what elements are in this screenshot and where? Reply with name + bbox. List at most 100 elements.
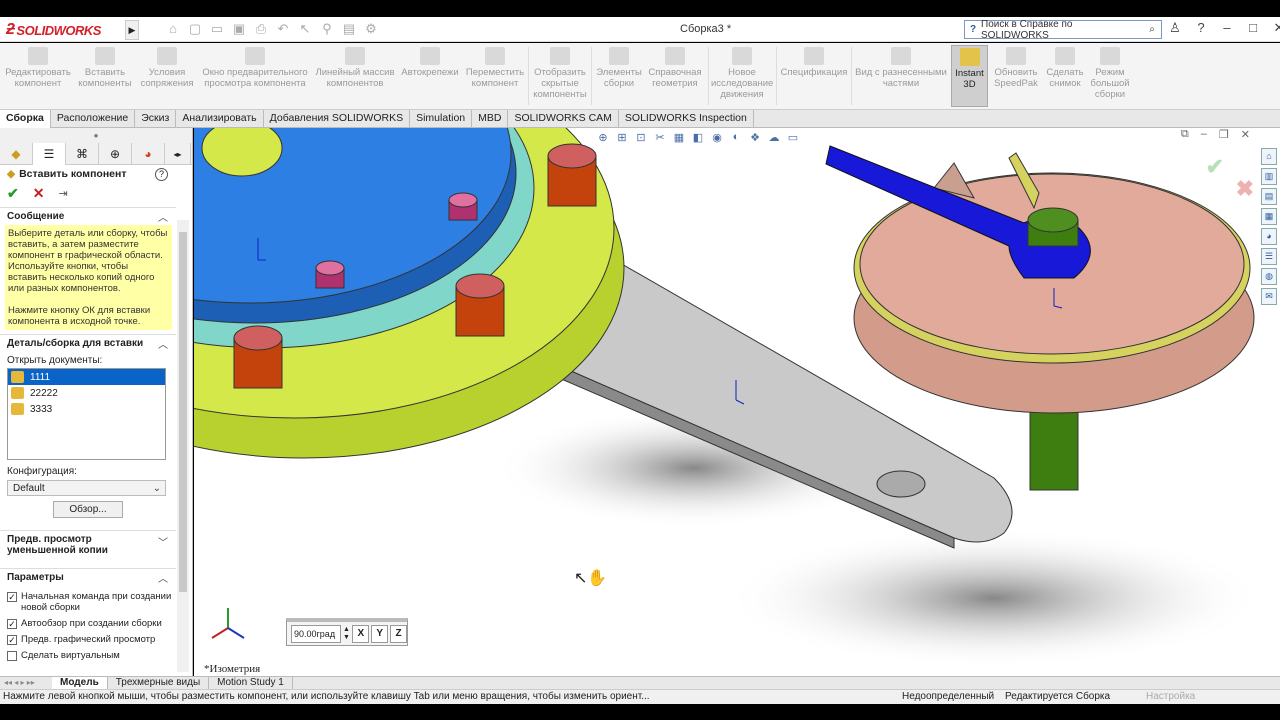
insert-components-button[interactable]: Вставить компоненты [76,45,134,107]
maximize-icon[interactable]: □ [1246,20,1260,36]
rotate-y-button[interactable]: Y [371,624,389,643]
custom-properties-icon[interactable]: ☰ [1261,248,1277,265]
assembly-model-graphic[interactable] [194,128,1280,676]
take-snapshot-button[interactable]: Сделать снимок [1044,45,1086,107]
hide-show-items-icon[interactable]: ◐ [729,131,743,145]
tab-layout[interactable]: Расположение [51,110,136,128]
section-view-icon[interactable]: ✂ [653,131,667,145]
panel-drag-handle[interactable]: ● [0,128,192,143]
dimxpert-tab-icon[interactable]: ⊕ [99,143,132,165]
view-settings-icon[interactable]: ▭ [786,131,800,145]
tab-assembly[interactable]: Сборка [0,110,51,128]
select-arrow-icon[interactable]: ↖ [297,21,313,37]
rotate-z-button[interactable]: Z [390,624,407,643]
tab-sketch[interactable]: Эскиз [135,110,177,128]
tab-cam[interactable]: SOLIDWORKS CAM [508,110,619,128]
assembly-features-button[interactable]: Элементы сборки [594,45,644,107]
apply-scene-icon[interactable]: ☁ [767,131,781,145]
open-folder-icon[interactable]: ▭ [209,21,225,37]
rebuild-icon[interactable]: ⚲ [319,21,335,37]
open-documents-list[interactable]: 1111 22222 3333 [7,368,166,460]
solidworks-forum-icon[interactable]: ◍ [1261,268,1277,285]
new-document-icon[interactable]: ▢ [187,21,203,37]
viewport-restore-icon[interactable]: ❐ [1219,128,1229,141]
tab-mbd[interactable]: MBD [472,110,509,128]
close-icon[interactable]: ✕ [1272,20,1280,36]
file-explorer-icon[interactable]: ▤ [1261,188,1277,205]
zoom-to-area-icon[interactable]: ⊞ [615,131,629,145]
minimize-icon[interactable]: – [1220,20,1234,36]
message-section-header[interactable]: Сообщение ︿ [0,207,176,225]
smart-fasteners-button[interactable]: Автокрепежи [400,45,460,107]
search-icon[interactable]: ⌕ [1143,24,1161,35]
menu-expand-arrow-icon[interactable]: ▶ [125,20,139,40]
viewport-minimize-icon[interactable]: – [1201,128,1207,141]
make-virtual-checkbox[interactable]: Сделать виртуальным [0,650,176,661]
graphics-preview-checkbox[interactable]: ✓ Предв. графический просмотр [0,634,176,645]
tab-simulation[interactable]: Simulation [410,110,473,128]
mate-button[interactable]: Условия сопряжения [138,45,196,107]
auto-browse-checkbox[interactable]: ✓ Автообзор при создании сборки [0,618,176,629]
tab-model[interactable]: Модель [52,677,108,689]
split-view-icon[interactable]: ⧉ [1181,128,1189,141]
list-item[interactable]: 1111 [8,369,165,385]
move-component-button[interactable]: Переместить компонент [464,45,526,107]
display-manager-tab-icon[interactable]: ◕ [132,143,165,165]
save-icon[interactable]: ▣ [231,21,247,37]
view-orientation-icon[interactable]: ◧ [691,131,705,145]
property-manager-tab-icon[interactable]: ☰ [33,143,66,165]
appearances-icon[interactable]: ◕ [1261,228,1277,245]
file-properties-icon[interactable]: ▤ [341,21,357,37]
help-icon[interactable]: ? [155,167,168,181]
tabs-scroll-arrows-icon[interactable]: ◂▸ [165,143,191,165]
instant-3d-button[interactable]: Instant 3D [951,45,988,107]
panel-scrollbar[interactable] [177,220,189,672]
configuration-select[interactable]: Default ⌄ [7,480,166,496]
angle-spinner-icon[interactable]: ▲ ▼ [343,626,351,642]
edit-component-button[interactable]: Редактировать компонент [4,45,72,107]
units-setting[interactable]: Настройка [1146,690,1195,704]
zoom-to-fit-icon[interactable]: ⊕ [596,131,610,145]
rotation-angle-input[interactable]: 90.00град [291,624,341,643]
solidworks-resources-icon[interactable]: ⌂ [1261,148,1277,165]
dynamic-annotation-icon[interactable]: ▦ [672,131,686,145]
feedback-icon[interactable]: ✉ [1261,288,1277,305]
tab-3d-views[interactable]: Трехмерные виды [108,677,210,689]
thumbnail-preview-section-header[interactable]: Предв. просмотр уменьшенной копии ﹀ [0,530,176,558]
configuration-manager-tab-icon[interactable]: ⌘ [66,143,99,165]
confirmation-ok-icon[interactable]: ✔ [1206,154,1224,180]
reference-geometry-button[interactable]: Справочная геометрия [646,45,704,107]
tab-evaluate[interactable]: Анализировать [176,110,264,128]
large-assembly-mode-button[interactable]: Режим большой сборки [1088,45,1132,107]
rotate-x-button[interactable]: X [352,624,370,643]
exploded-view-button[interactable]: Вид с разнесенными частями [854,45,948,107]
linear-pattern-button[interactable]: Линейный массив компонентов [314,45,396,107]
design-library-icon[interactable]: ▥ [1261,168,1277,185]
list-item[interactable]: 22222 [8,385,165,401]
component-preview-button[interactable]: Окно предварительного просмотра компонен… [200,45,310,107]
options-gear-icon[interactable]: ⚙ [363,21,379,37]
tab-motion-study[interactable]: Motion Study 1 [209,677,293,689]
print-icon[interactable]: ⎙ [253,21,269,37]
user-icon[interactable]: ♙ [1168,20,1182,36]
edit-appearance-icon[interactable]: ❖ [748,131,762,145]
scrollbar-thumb[interactable] [179,232,187,592]
view-palette-icon[interactable]: ▦ [1261,208,1277,225]
graphics-area[interactable]: ⊕ ⊞ ⊡ ✂ ▦ ◧ ◉ ◐ ❖ ☁ ▭ ⧉ – ❐ ✕ ⌂ ▥ ▤ ▦ ◕ … [194,128,1280,676]
feature-manager-tab-icon[interactable]: ◆ [0,143,33,165]
solidworks-logo[interactable]: ƻ SOLIDWORKS [6,20,101,40]
tab-addins[interactable]: Добавления SOLIDWORKS [264,110,411,128]
previous-view-icon[interactable]: ⊡ [634,131,648,145]
confirmation-cancel-icon[interactable]: ✖ [1236,176,1254,202]
new-motion-study-button[interactable]: Новое исследование движения [711,45,773,107]
home-icon[interactable]: ⌂ [165,21,181,37]
bill-of-materials-button[interactable]: Спецификация [779,45,849,107]
display-style-icon[interactable]: ◉ [710,131,724,145]
browse-button[interactable]: Обзор... [53,501,123,518]
undo-icon[interactable]: ↶ [275,21,291,37]
show-hidden-components-button[interactable]: Отобразить скрытые компоненты [531,45,589,107]
cancel-x-icon[interactable]: ✕ [33,185,45,202]
tab-inspection[interactable]: SOLIDWORKS Inspection [619,110,754,128]
viewport-close-icon[interactable]: ✕ [1241,128,1250,141]
list-item[interactable]: 3333 [8,401,165,417]
